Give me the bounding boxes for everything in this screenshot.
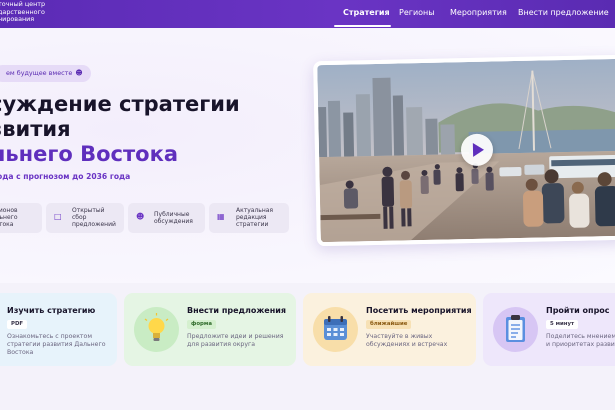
nav-item-strategy[interactable]: Стратегия — [343, 0, 390, 28]
chip-regions-label: егионов альнего остока — [0, 207, 18, 228]
calendar-icon — [313, 307, 358, 352]
card-submit-proposals-desc: Предложите идеи и решения для развития о… — [187, 333, 284, 349]
card-study-strategy-badge: PDF — [7, 320, 28, 329]
calendar-icon: ▦ — [217, 212, 225, 221]
card-take-survey-title: Пройти опрос — [546, 306, 610, 315]
card-study-strategy-desc: Ознакомьтесь с проектом стратегии развит… — [7, 333, 106, 357]
promo-video-player[interactable] — [313, 54, 615, 247]
chip-public-discussions-label: Публичные обсуждения — [154, 211, 193, 225]
chip-open-collection-label: Открытый сбор предложений — [72, 207, 116, 228]
page-title-line-1: суждение стратегии — [0, 92, 240, 116]
hero-subtitle: ода с прогнозом до 2036 года — [0, 172, 131, 181]
hero-tag-label: ем будущее вместе — [6, 69, 73, 77]
chip-regions: егионов альнего остока — [0, 203, 42, 233]
page-title-line-3: льнего Востока — [0, 142, 179, 166]
people-icon: ☻ — [136, 212, 145, 221]
card-study-strategy-title: Изучить стратегию — [7, 306, 96, 315]
card-submit-proposals-badge: форма — [187, 320, 216, 329]
nav-item-regions[interactable]: Регионы — [399, 0, 435, 28]
lightbulb-icon — [134, 307, 179, 352]
top-navigation-bar: точный центр дарственного нирования Стра… — [0, 0, 615, 28]
card-attend-events[interactable]: Посетить мероприятия ближайшие Участвуйт… — [303, 293, 476, 366]
card-attend-events-title: Посетить мероприятия — [366, 306, 472, 315]
chip-current-edition-label: Актуальная редакция стратегии — [236, 207, 274, 228]
page-title: суждение стратегии звития льнего Востока — [0, 92, 300, 167]
people-icon: ☻ — [75, 69, 83, 77]
card-take-survey[interactable]: Пройти опрос 5 минут Поделитесь мнением … — [483, 293, 615, 366]
nav-item-events[interactable]: Мероприятия — [450, 0, 507, 28]
card-attend-events-desc: Участвуйте в живых обсуждениях и встреча… — [366, 333, 448, 349]
chat-icon: □ — [54, 212, 62, 221]
card-attend-events-badge: ближайшие — [366, 320, 412, 329]
chip-open-collection: □ Открытый сбор предложений — [46, 203, 124, 233]
page-title-line-2: звития — [0, 117, 71, 141]
chip-public-discussions: ☻ Публичные обсуждения — [128, 203, 205, 233]
hero-tag-pill: ем будущее вместе ☻ — [0, 65, 91, 82]
card-study-strategy[interactable]: Изучить стратегию PDF Ознакомьтесь с про… — [0, 293, 117, 366]
card-submit-proposals-title: Внести предложения — [187, 306, 286, 315]
card-take-survey-badge: 5 минут — [546, 320, 579, 329]
card-submit-proposals[interactable]: Внести предложения форма Предложите идеи… — [124, 293, 296, 366]
card-take-survey-desc: Поделитесь мнением о и приоритетах разви… — [546, 333, 615, 349]
active-tab-indicator — [334, 25, 391, 27]
nav-item-submit-proposal[interactable]: Внести предложение — [518, 0, 609, 28]
clipboard-icon — [493, 307, 538, 352]
brand-name[interactable]: точный центр дарственного нирования — [0, 0, 45, 24]
chip-current-edition: ▦ Актуальная редакция стратегии — [209, 203, 289, 233]
